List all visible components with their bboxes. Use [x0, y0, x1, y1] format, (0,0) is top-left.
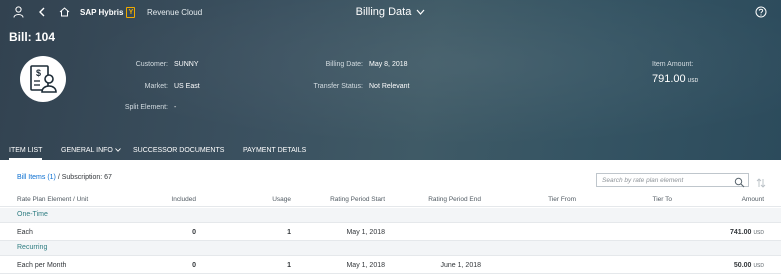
search-field[interactable]: Search by rate plan element	[596, 173, 749, 188]
item-amount: 791.00 USD	[652, 73, 698, 85]
cell-unit: Each	[17, 229, 33, 236]
row-divider	[0, 222, 781, 223]
column-header-tier-to[interactable]: Tier To	[630, 196, 672, 203]
group-label: One-Time	[17, 211, 48, 218]
billing-date-value: May 8, 2018	[369, 61, 408, 68]
bill-person-icon: $	[20, 56, 66, 102]
split-element-value: -	[174, 104, 177, 111]
search-placeholder: Search by rate plan element	[602, 177, 684, 184]
subscription-text: / Subscription: 67	[57, 174, 112, 181]
cell-rating-end: June 1, 2018	[440, 262, 481, 269]
svg-text:$: $	[36, 68, 41, 78]
cell-amount-currency: USD	[753, 230, 764, 236]
row-divider	[0, 273, 781, 274]
billing-date-label: Billing Date:	[325, 61, 363, 68]
transfer-status-value: Not Relevant	[369, 83, 410, 90]
group-row-one-time[interactable]: One-Time	[0, 208, 781, 222]
item-amount-value: 791.00	[652, 73, 686, 85]
cell-amount-value: 741.00	[730, 229, 752, 236]
tab-general-info[interactable]: GENERAL INFO	[61, 143, 121, 160]
column-header-usage[interactable]: Usage	[250, 196, 291, 203]
cell-amount: 50.00 USD	[700, 262, 764, 269]
header-divider	[0, 206, 781, 207]
cell-rating-start: May 1, 2018	[346, 262, 385, 269]
transfer-status-label: Transfer Status:	[313, 83, 363, 90]
shell-bar: SAP Hybris Y Revenue Cloud Billing Data	[0, 0, 781, 24]
cell-usage: 1	[287, 262, 291, 269]
cell-included: 0	[192, 229, 196, 236]
tab-successor-documents[interactable]: SUCCESSOR DOCUMENTS	[133, 143, 224, 160]
column-header-rating-end[interactable]: Rating Period End	[410, 196, 481, 203]
tab-item-list[interactable]: ITEM LIST	[9, 143, 43, 160]
bill-items-link[interactable]: Bill Items (1)	[17, 174, 56, 181]
search-icon[interactable]	[734, 175, 745, 193]
chevron-down-icon	[416, 6, 425, 18]
customer-label: Customer:	[135, 61, 168, 68]
column-header-rating-start[interactable]: Rating Period Start	[310, 196, 385, 203]
column-header-amount[interactable]: Amount	[720, 196, 764, 203]
item-amount-currency: USD	[687, 78, 699, 84]
market-value: US East	[174, 83, 200, 90]
chevron-down-icon	[114, 148, 121, 152]
cell-usage: 1	[287, 229, 291, 236]
cell-included: 0	[192, 262, 196, 269]
cell-amount-currency: USD	[753, 263, 764, 269]
cell-rating-start: May 1, 2018	[346, 229, 385, 236]
market-label: Market:	[144, 83, 168, 90]
customer-value: SUNNY	[174, 61, 199, 68]
app-title: Billing Data	[355, 6, 412, 18]
group-row-recurring[interactable]: Recurring	[0, 241, 781, 255]
column-header-included[interactable]: Included	[150, 196, 196, 203]
tab-payment-details[interactable]: PAYMENT DETAILS	[243, 143, 306, 160]
column-header-rate-plan[interactable]: Rate Plan Element / Unit	[17, 196, 88, 203]
column-header-tier-from[interactable]: Tier From	[520, 196, 576, 203]
help-icon[interactable]	[755, 4, 767, 20]
item-amount-label: Item Amount:	[652, 61, 694, 68]
group-label: Recurring	[17, 244, 48, 251]
sort-icon[interactable]	[756, 175, 766, 193]
page-title: Bill: 104	[9, 30, 56, 44]
item-list-toolbar-title: Bill Items (1) / Subscription: 67	[17, 174, 112, 181]
tab-general-info-label: GENERAL INFO	[61, 147, 113, 154]
row-divider	[0, 255, 781, 256]
app-title-menu[interactable]: Billing Data	[0, 4, 781, 20]
split-element-label: Split Element:	[124, 104, 168, 111]
object-header: SAP Hybris Y Revenue Cloud Billing Data …	[0, 0, 781, 160]
cell-unit: Each per Month	[17, 262, 67, 269]
cell-amount: 741.00 USD	[700, 229, 764, 236]
cell-amount-value: 50.00	[733, 262, 752, 269]
